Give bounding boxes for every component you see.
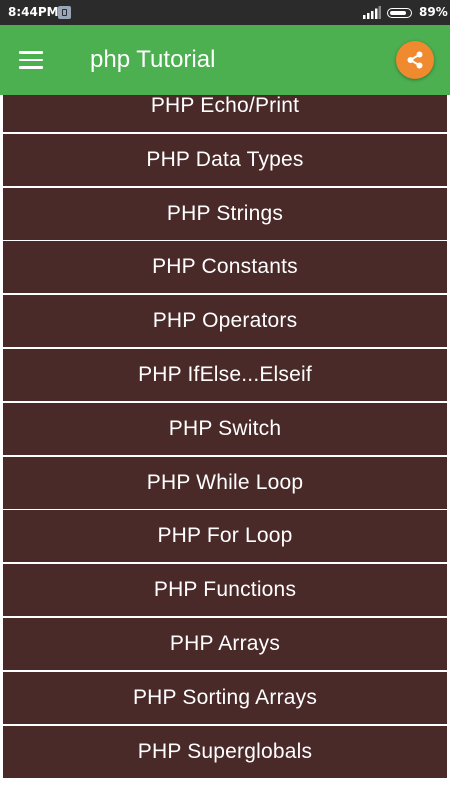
cell-signal-icon [363,6,381,19]
list-item[interactable]: PHP Constants [3,241,447,294]
gallery-icon [58,6,71,19]
page-title: php Tutorial [90,46,216,73]
share-icon [407,51,423,69]
topic-list: PHP Echo/Print PHP Data Types PHP Strings P… [0,95,450,800]
list-item[interactable]: PHP Data Types [3,133,447,186]
list-item[interactable]: PHP Arrays [3,618,447,670]
list-item[interactable]: PHP Echo/Print [3,95,447,132]
app-bar: php Tutorial [0,25,450,95]
list-item[interactable]: PHP For Loop [3,510,447,563]
list-item[interactable]: PHP Operators [3,295,447,348]
list-item[interactable]: PHP Functions [3,564,447,617]
hamburger-menu-icon[interactable] [16,45,52,75]
list-item[interactable]: PHP Sorting Arrays [3,671,447,724]
list-item[interactable]: PHP Strings [3,187,447,240]
battery-percent: 89% [419,5,448,19]
list-item[interactable]: PHP Superglobals [3,725,447,778]
status-bar: 8:44PM 89% [0,0,450,25]
list-item[interactable]: PHP IfElse...Elseif [3,349,447,401]
list-item[interactable]: PHP While Loop [3,456,447,509]
list-item[interactable]: PHP Switch [3,402,447,455]
battery-icon [387,8,412,18]
status-time: 8:44PM [8,5,59,19]
battery-level [390,10,407,15]
share-button[interactable] [396,41,434,79]
